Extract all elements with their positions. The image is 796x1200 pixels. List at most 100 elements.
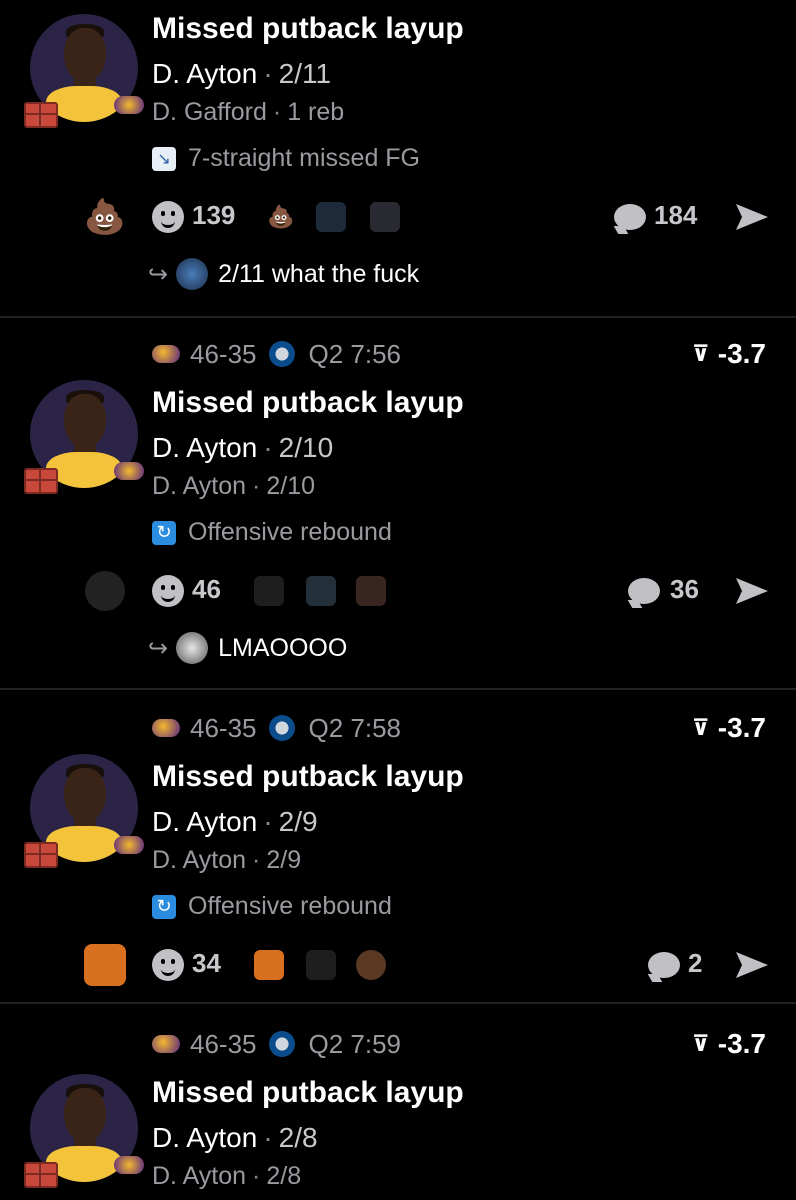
primary-player-line[interactable]: D. Ayton · 2/10	[152, 432, 333, 464]
secondary-stat: 2/8	[266, 1162, 302, 1190]
tag-text: 7-straight missed FG	[188, 144, 421, 172]
mavericks-logo-icon	[268, 1031, 295, 1057]
comment-icon[interactable]	[648, 952, 680, 978]
drake-image-icon[interactable]	[80, 940, 130, 990]
comment-count: 36	[670, 574, 699, 604]
play-tag: ↘ 7-straight missed FG	[152, 144, 420, 173]
reply-arrow-icon: ↪	[148, 634, 169, 662]
divider	[0, 1002, 796, 1004]
brick-icon	[24, 1162, 58, 1188]
reaction-count: 46	[192, 574, 221, 604]
spread-value: -3.7	[717, 712, 766, 743]
reaction-image-icon[interactable]	[370, 202, 400, 232]
reply-arrow-icon: ↪	[148, 260, 169, 288]
reaction-bar: 💩 139 💩 184	[80, 192, 770, 242]
secondary-player-name: D. Gafford	[152, 98, 267, 126]
tag-text: Offensive rebound	[188, 518, 392, 546]
game-clock: Q2 7:56	[308, 338, 402, 369]
brick-icon	[24, 468, 58, 494]
divider	[0, 316, 796, 318]
player-avatar[interactable]	[24, 380, 144, 494]
top-reply[interactable]: ↪ 2/11 what the fuck	[148, 258, 419, 290]
player-stat: 2/11	[278, 58, 332, 89]
drake-image-icon[interactable]	[254, 950, 284, 980]
secondary-player-line[interactable]: D. Gafford · 1 reb	[152, 98, 344, 127]
spread: ⊽ -3.7	[692, 334, 766, 374]
primary-player-line[interactable]: D. Ayton · 2/8	[152, 1122, 318, 1154]
play-title: Missed putback layup	[152, 760, 464, 793]
game-meta: 46-35 Q2 7:59	[152, 1024, 401, 1064]
player-avatar[interactable]	[24, 14, 144, 128]
brooklyn-player-image-icon[interactable]	[80, 566, 130, 616]
comment-icon[interactable]	[628, 578, 660, 604]
play-title: Missed putback layup	[152, 386, 464, 419]
lakers-logo-icon	[114, 462, 144, 480]
secondary-player-line[interactable]: D. Ayton · 2/9	[152, 846, 301, 875]
send-icon[interactable]	[734, 202, 770, 232]
lakers-logo-icon	[152, 345, 180, 363]
mavericks-logo-icon	[268, 341, 295, 367]
secondary-player-name: D. Ayton	[152, 1162, 247, 1190]
secondary-player-line[interactable]: D. Ayton · 2/10	[152, 472, 315, 501]
play-title: Missed putback layup	[152, 1076, 464, 1109]
score: 46-35	[190, 712, 257, 743]
secondary-stat: 2/10	[266, 472, 316, 500]
play-tag: ↻ Offensive rebound	[152, 518, 392, 547]
comment-count: 184	[654, 200, 698, 230]
send-icon[interactable]	[734, 576, 770, 606]
player-avatar[interactable]	[24, 754, 144, 868]
comment-count: 2	[688, 948, 703, 978]
poop-emoji-icon[interactable]: 💩	[80, 192, 130, 242]
reaction-image-icon[interactable]	[316, 202, 346, 232]
secondary-stat: 1 reb	[287, 98, 345, 126]
reaction-image-icon[interactable]	[356, 950, 386, 980]
primary-player-line[interactable]: D. Ayton · 2/11	[152, 58, 331, 90]
secondary-player-name: D. Ayton	[152, 472, 247, 500]
chart-down-icon: ↘	[152, 146, 176, 171]
play-tag: ↻ Offensive rebound	[152, 892, 392, 921]
smiley-reaction-icon[interactable]	[152, 201, 184, 233]
reaction-image-icon[interactable]	[254, 576, 284, 606]
reaction-image-icon[interactable]	[306, 950, 336, 980]
play-title: Missed putback layup	[152, 12, 464, 45]
spread: ⊽ -3.7	[692, 1024, 766, 1064]
send-icon[interactable]	[734, 950, 770, 980]
spread-value: -3.7	[717, 338, 766, 369]
brick-icon	[24, 102, 58, 128]
score: 46-35	[190, 338, 257, 369]
lakers-logo-icon	[114, 1156, 144, 1174]
trend-down-icon: ⊽	[691, 341, 710, 366]
game-meta: 46-35 Q2 7:58	[152, 708, 401, 748]
comment-icon[interactable]	[614, 204, 646, 230]
lakers-logo-icon	[152, 719, 180, 737]
trend-down-icon: ⊽	[691, 715, 710, 740]
top-reply[interactable]: ↪ LMAOOOO	[148, 632, 347, 664]
reaction-bar: 34 2	[80, 940, 770, 990]
reply-avatar	[176, 258, 209, 290]
reaction-image-icon[interactable]	[306, 576, 336, 606]
primary-player-line[interactable]: D. Ayton · 2/9	[152, 806, 318, 838]
player-stat: 2/10	[278, 432, 334, 463]
trend-down-icon: ⊽	[691, 1031, 710, 1056]
brick-icon	[24, 842, 58, 868]
secondary-player-line[interactable]: D. Ayton · 2/8	[152, 1162, 301, 1191]
player-stat: 2/9	[278, 806, 318, 837]
reaction-count: 34	[192, 948, 221, 978]
player-avatar[interactable]	[24, 1074, 144, 1188]
smiley-reaction-icon[interactable]	[152, 575, 184, 607]
player-name: D. Ayton	[152, 806, 258, 837]
secondary-player-name: D. Ayton	[152, 846, 247, 874]
refresh-icon: ↻	[152, 520, 176, 545]
spread: ⊽ -3.7	[692, 708, 766, 748]
reaction-count: 139	[192, 200, 236, 230]
mavericks-logo-icon	[268, 715, 295, 741]
game-clock: Q2 7:59	[308, 1028, 402, 1059]
score: 46-35	[190, 1028, 257, 1059]
secondary-stat: 2/9	[266, 846, 302, 874]
player-name: D. Ayton	[152, 58, 258, 89]
poop-emoji-icon[interactable]: 💩	[266, 202, 296, 232]
smiley-reaction-icon[interactable]	[152, 949, 184, 981]
player-stat: 2/8	[278, 1122, 318, 1153]
reaction-image-icon[interactable]	[356, 576, 386, 606]
reply-avatar	[176, 632, 209, 664]
